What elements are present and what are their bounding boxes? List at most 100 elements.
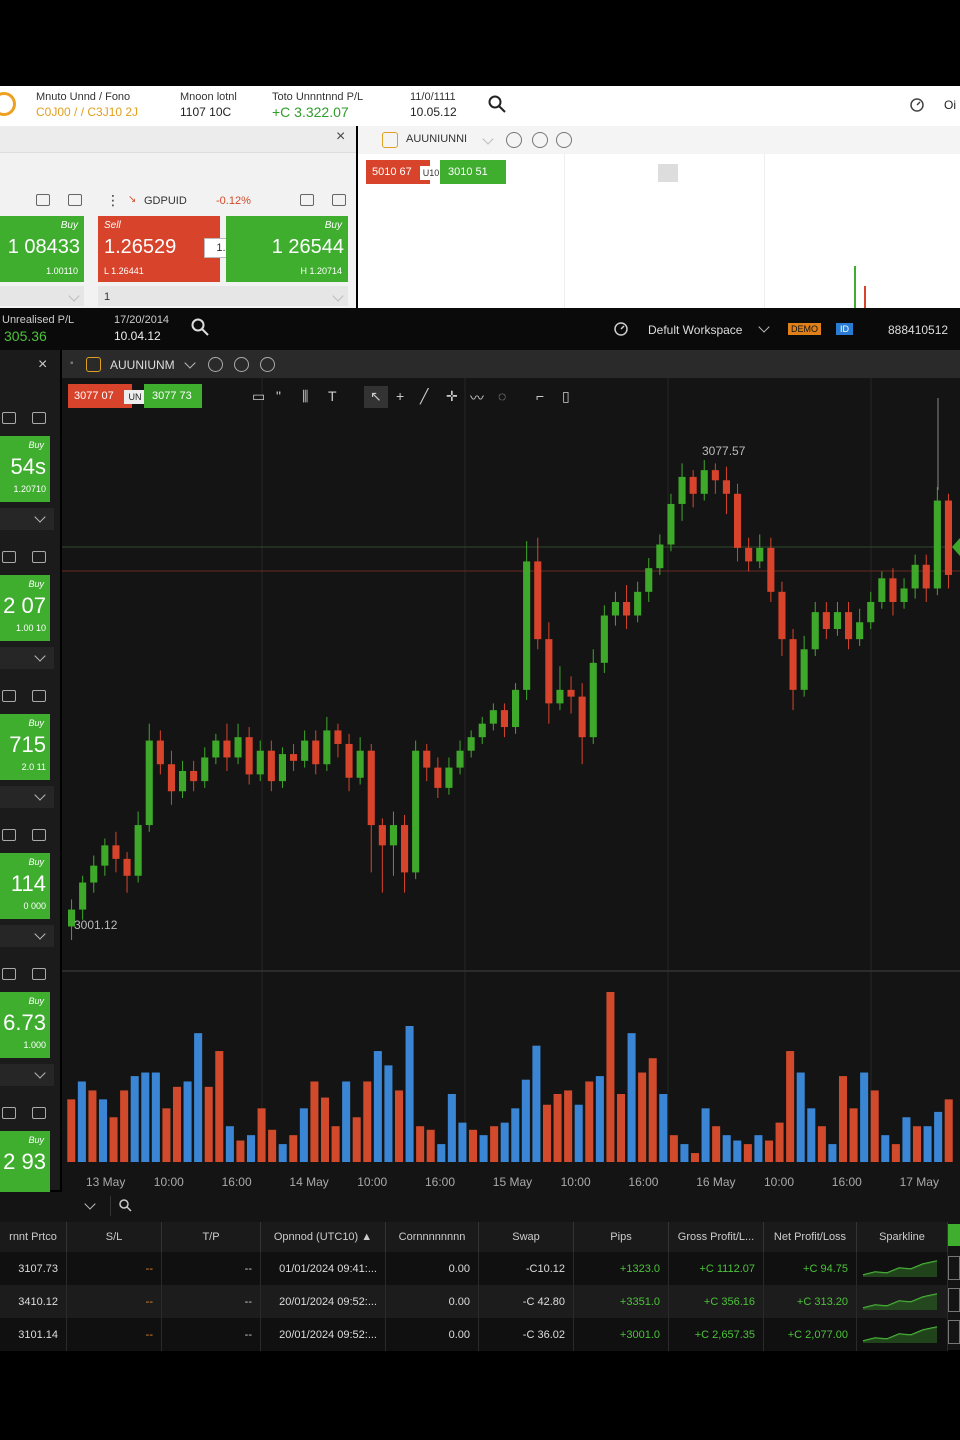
chart-icon[interactable] — [32, 968, 46, 980]
line-icon[interactable]: ╱ — [420, 388, 428, 405]
sell-tile[interactable]: Sell 1.26529 L 1.26441 — [98, 216, 220, 282]
chevron-down-icon[interactable] — [34, 789, 46, 801]
volume-bar — [490, 1126, 499, 1162]
crosshair-icon[interactable]: + — [396, 388, 404, 404]
cursor-icon[interactable]: ↖ — [370, 388, 382, 405]
panel-icon[interactable]: ▯ — [562, 388, 570, 405]
circle-icon[interactable] — [532, 132, 548, 148]
buy-tile-1[interactable]: Buy 2 07 1.00 10 — [0, 575, 50, 641]
light-instrument-name[interactable]: AUUNIUNNI — [406, 133, 467, 145]
qty-field[interactable] — [0, 925, 54, 947]
dark-close-icon[interactable]: × — [38, 356, 47, 374]
chevron-down-icon[interactable] — [34, 928, 46, 940]
quote-icon[interactable]: " — [276, 388, 281, 404]
table-row[interactable]: 3101.14 -- -- 20/01/2024 09:52:... 0.00 -C 36… — [0, 1318, 948, 1351]
buy-tile-left[interactable]: Buy 1 08433 1.00110 — [0, 216, 84, 282]
column-header[interactable]: Sparkline — [856, 1222, 948, 1252]
buy-tile-2[interactable]: Buy 715 2.0 11 — [0, 714, 50, 780]
more-icon[interactable]: ⋮ — [106, 192, 120, 209]
column-header[interactable]: S/L — [66, 1222, 162, 1252]
column-header[interactable]: Swap — [478, 1222, 574, 1252]
table-search-icon[interactable] — [118, 1198, 134, 1214]
shape-icon[interactable]: ◌ — [498, 388, 506, 404]
chart-icon[interactable] — [32, 551, 46, 563]
dark-instrument-name[interactable]: AUUNIUNM — [110, 358, 175, 372]
column-header[interactable]: Opnnod (UTC10) ▲ — [260, 1222, 386, 1252]
brush-icon[interactable]: ⌐ — [536, 388, 544, 404]
column-header[interactable]: Cornnnnnnnn — [385, 1222, 479, 1252]
positions-filter[interactable] — [0, 1196, 111, 1216]
stat-label-1: Mnoon lotnl — [180, 91, 237, 103]
chevron-down-icon[interactable] — [34, 511, 46, 523]
dark-zoom-icon[interactable] — [208, 357, 223, 372]
qty-field[interactable] — [0, 647, 54, 669]
chevron-down-icon[interactable] — [34, 1067, 46, 1079]
table-row[interactable]: 3410.12 -- -- 20/01/2024 09:52:... 0.00 -C 42… — [0, 1285, 948, 1318]
dark-settings-icon[interactable] — [260, 357, 275, 372]
header-overflow-label: Oi — [944, 98, 956, 112]
qty-field[interactable] — [98, 286, 348, 306]
dark-instrument-chevron-icon[interactable] — [184, 357, 196, 369]
candle-body — [622, 601, 631, 616]
volume-bar — [828, 1144, 837, 1162]
qty-field[interactable] — [0, 1064, 54, 1086]
dark-buy-chip[interactable]: 3077 73 — [144, 384, 202, 408]
chart-icon[interactable] — [68, 194, 82, 206]
chart-icon-2[interactable] — [332, 194, 346, 206]
dark-sell-chip[interactable]: 3077 07 — [68, 384, 132, 408]
column-header[interactable]: rnnt Prtco — [0, 1222, 67, 1252]
buy-tile-0[interactable]: Buy 54s 1.20710 — [0, 436, 50, 502]
candle-body — [223, 740, 231, 758]
column-header[interactable]: Net Profit/Loss — [763, 1222, 857, 1252]
chevron-down-icon[interactable] — [34, 650, 46, 662]
workspace-chevron-icon[interactable] — [758, 321, 770, 333]
buy-tile-5[interactable]: Buy 2 93 — [0, 1131, 50, 1197]
chat-icon[interactable] — [2, 412, 16, 424]
chat-icon[interactable] — [2, 551, 16, 563]
chat-icon[interactable] — [2, 968, 16, 980]
comment-icon[interactable]: ▭ — [252, 388, 265, 405]
column-header[interactable]: Pips — [573, 1222, 669, 1252]
qty-field[interactable] — [0, 786, 54, 808]
workspace-select[interactable]: Defult Workspace — [648, 323, 742, 337]
chat-icon[interactable] — [36, 194, 50, 206]
buy-tile-4[interactable]: Buy 6.73 1.000 — [0, 992, 50, 1058]
buy-tile-3[interactable]: Buy 114 0 000 — [0, 853, 50, 919]
chat-icon-2[interactable] — [300, 194, 314, 206]
close-all-button[interactable] — [948, 1224, 960, 1246]
volume-bar — [860, 1072, 869, 1162]
chart-icon[interactable] — [32, 412, 46, 424]
price-chart[interactable]: 13 May 10:00 16:00 14 May 10:00 16:00 15 May 10… — [62, 350, 960, 1192]
drag-handle-icon[interactable]: ▪ — [70, 358, 74, 369]
table-row[interactable]: 3107.73 -- -- 01/01/2024 09:41:... 0.00 -C10.… — [0, 1252, 948, 1285]
dark-circle-icon[interactable] — [234, 357, 249, 372]
indicator-icon[interactable]: ⫼ — [302, 388, 308, 405]
qty-field[interactable] — [0, 508, 54, 530]
chart-icon[interactable] — [32, 829, 46, 841]
search-icon[interactable] — [487, 94, 507, 114]
alarm-icon[interactable] — [908, 96, 926, 114]
dark-alarm-icon[interactable] — [612, 320, 630, 338]
light-buy-chip[interactable]: 3010 51 — [440, 160, 506, 184]
chat-icon[interactable] — [2, 690, 16, 702]
chart-icon[interactable] — [32, 1107, 46, 1119]
buy-tile[interactable]: Buy 1 26544 H 1.20714 — [226, 216, 348, 282]
close-icon[interactable]: × — [336, 128, 345, 146]
row-close-button[interactable] — [948, 1320, 960, 1344]
pointer-icon[interactable]: ✛ — [446, 388, 458, 405]
zoom-out-icon[interactable] — [506, 132, 522, 148]
row-close-button[interactable] — [948, 1256, 960, 1280]
chat-icon[interactable] — [2, 829, 16, 841]
column-header[interactable]: T/P — [161, 1222, 261, 1252]
instrument-name[interactable]: GDPUID — [144, 195, 187, 207]
text-icon[interactable]: T — [328, 388, 337, 404]
settings-icon[interactable] — [556, 132, 572, 148]
light-candle — [854, 266, 856, 308]
dark-search-icon[interactable] — [190, 317, 210, 337]
column-header[interactable]: Gross Profit/L... — [668, 1222, 764, 1252]
trend-icon[interactable]: 〰 — [470, 388, 484, 408]
chart-icon[interactable] — [32, 690, 46, 702]
volume-bar — [722, 1135, 731, 1162]
row-close-button[interactable] — [948, 1288, 960, 1312]
chat-icon[interactable] — [2, 1107, 16, 1119]
